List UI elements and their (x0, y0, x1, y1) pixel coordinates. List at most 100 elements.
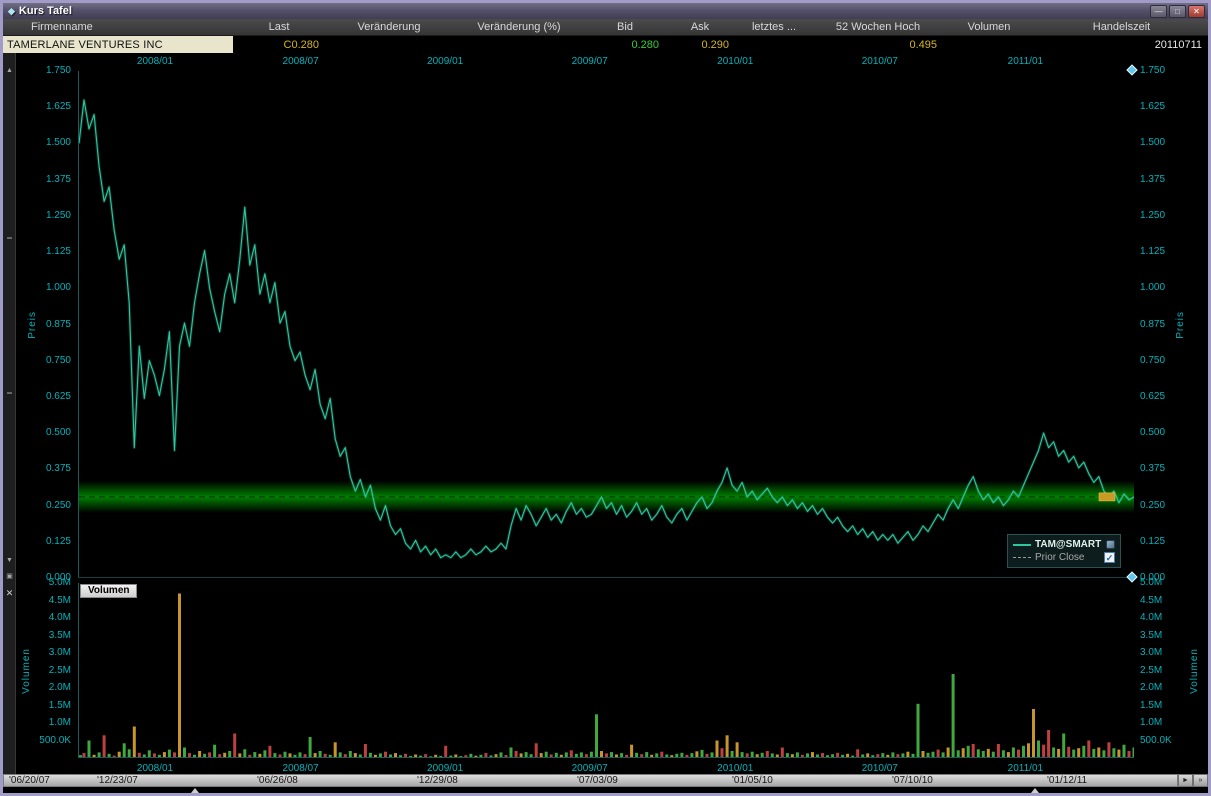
axis-tick-label: 1.750 (46, 66, 71, 76)
axis-tick-label: 1.375 (46, 175, 71, 185)
scrollbar-track[interactable]: '06/20/07'12/23/07'06/26/08'12/29/08'07/… (3, 774, 1178, 787)
volume-bar (1087, 741, 1090, 759)
column-header[interactable]: Handelszeit (1035, 19, 1208, 35)
scroll-fast-icon[interactable]: » (1193, 774, 1208, 787)
volume-chart[interactable] (78, 583, 1133, 758)
minimize-button[interactable]: — (1150, 5, 1167, 18)
volume-panel-title: Volumen (80, 584, 137, 598)
column-header[interactable]: Ask (665, 19, 735, 35)
volume-bar (1052, 748, 1055, 759)
column-header[interactable]: Veränderung (325, 19, 453, 35)
volume-bar (168, 750, 171, 758)
volume-bar (982, 751, 985, 758)
volume-bar (701, 750, 704, 758)
prior-close-checkbox[interactable]: ✓ (1104, 552, 1115, 563)
x-tick-label: 2011/01 (1008, 56, 1043, 67)
volume-bar (1032, 709, 1035, 758)
volume-bar (88, 741, 91, 759)
axis-tick-label: 0.750 (46, 356, 71, 366)
volume-axis-title-right: Volumen (1187, 583, 1201, 758)
volume-bar (213, 745, 216, 758)
volume-bar (334, 742, 337, 758)
view-range-marker-icon[interactable] (191, 788, 199, 793)
grip-icon[interactable]: ═ (3, 233, 16, 245)
volume-bar (364, 744, 367, 758)
volume-bar (148, 750, 151, 758)
axis-tick-label: 0.250 (46, 501, 71, 511)
axis-tick-label: 3.0M (1140, 648, 1162, 658)
volume-bar (922, 751, 925, 758)
column-header[interactable]: 52 Wochen Hoch (813, 19, 943, 35)
column-header[interactable]: Bid (585, 19, 665, 35)
volume-bar (1117, 750, 1120, 758)
volume-bar (962, 748, 965, 758)
x-tick-label: 2010/07 (862, 763, 898, 774)
volume-bar (1133, 748, 1135, 759)
quote-table-row[interactable]: TAMERLANE VENTURES INCC0.2800.2800.2900.… (3, 36, 1208, 53)
column-header[interactable]: letztes ... (735, 19, 813, 35)
scroll-down-icon[interactable]: ▼ (3, 555, 16, 567)
chart-region: ▲ ═ ═ ▼ ▣ ✕ 2008/012008/072009/012009/07… (3, 53, 1208, 774)
scrollbar-date-label: '07/03/09 (577, 775, 618, 787)
volume-bar (570, 750, 573, 758)
timeline-scrollbar[interactable]: '06/20/07'12/23/07'06/26/08'12/29/08'07/… (3, 774, 1208, 787)
axis-tick-label: 500.0K (39, 736, 71, 746)
x-tick-label: 2008/01 (137, 763, 173, 774)
volume-bar (123, 743, 126, 758)
volume-bar (1112, 748, 1115, 758)
scroll-up-icon[interactable]: ▲ (3, 65, 16, 77)
axis-tick-label: 2.5M (49, 666, 71, 676)
axis-tick-label: 1.5M (1140, 701, 1162, 711)
price-ticks-left: 1.7501.6251.5001.3751.2501.1251.0000.875… (17, 71, 75, 578)
axis-tick-label: 0.500 (1140, 428, 1165, 438)
scroll-right-icon[interactable]: ► (1178, 774, 1193, 787)
axis-tick-label: 5.0M (49, 578, 71, 588)
volume-bar (595, 714, 598, 758)
close-panel-icon[interactable]: ✕ (3, 587, 16, 599)
volume-bar (1102, 750, 1105, 758)
volume-bar (721, 748, 724, 758)
last-price-marker[interactable] (1099, 493, 1115, 501)
price-chart[interactable]: TAM@SMART Prior Close ✓ (78, 71, 1133, 578)
grip-icon[interactable]: ═ (3, 388, 16, 400)
axis-tick-label: 1.500 (1140, 138, 1165, 148)
axis-tick-label: 0.125 (1140, 537, 1165, 547)
volume-bar (967, 746, 970, 758)
axis-tick-label: 3.0M (49, 648, 71, 658)
axis-tick-label: 0.500 (46, 428, 71, 438)
scrollbar-date-label: '06/20/07 (9, 775, 50, 787)
axis-tick-label: 0.625 (46, 392, 71, 402)
volume-bar (233, 734, 236, 759)
dock-icon[interactable]: ▣ (3, 571, 16, 583)
timeline-marker-strip (3, 787, 1208, 793)
close-button[interactable]: ✕ (1188, 5, 1205, 18)
column-header[interactable]: Last (233, 19, 325, 35)
volume-chart-canvas[interactable] (79, 583, 1134, 758)
axis-tick-label: 0.375 (46, 464, 71, 474)
tool-icon[interactable] (1106, 540, 1115, 549)
maximize-button[interactable]: □ (1169, 5, 1186, 18)
price-chart-canvas[interactable] (79, 71, 1134, 578)
x-tick-label: 2010/01 (717, 56, 753, 67)
axis-tick-label: 0.125 (46, 537, 71, 547)
price-axis-title-text: Preis (1175, 311, 1186, 339)
axis-tick-label: 4.0M (49, 613, 71, 623)
volume-bar (1067, 747, 1070, 758)
axis-tick-label: 1.250 (1140, 211, 1165, 221)
scrollbar-date-label: '12/23/07 (97, 775, 138, 787)
axis-tick-label: 0.375 (1140, 464, 1165, 474)
volume-bar (1062, 734, 1065, 759)
volume-bar (726, 735, 729, 758)
app-window: ◆ Kurs Tafel — □ ✕ FirmennameLastVerände… (0, 0, 1211, 796)
scrollbar-date-label: '07/10/10 (892, 775, 933, 787)
column-header[interactable]: Firmenname (3, 19, 233, 35)
column-header[interactable]: Volumen (943, 19, 1035, 35)
view-range-marker-icon[interactable] (1031, 788, 1039, 793)
volume-bar (510, 748, 513, 759)
volume-bar (1037, 741, 1040, 759)
volume-bar (1092, 749, 1095, 758)
column-header[interactable]: Veränderung (%) (453, 19, 585, 35)
volume-bar (695, 751, 698, 758)
titlebar[interactable]: ◆ Kurs Tafel — □ ✕ (3, 3, 1208, 19)
volume-bar (947, 748, 950, 759)
